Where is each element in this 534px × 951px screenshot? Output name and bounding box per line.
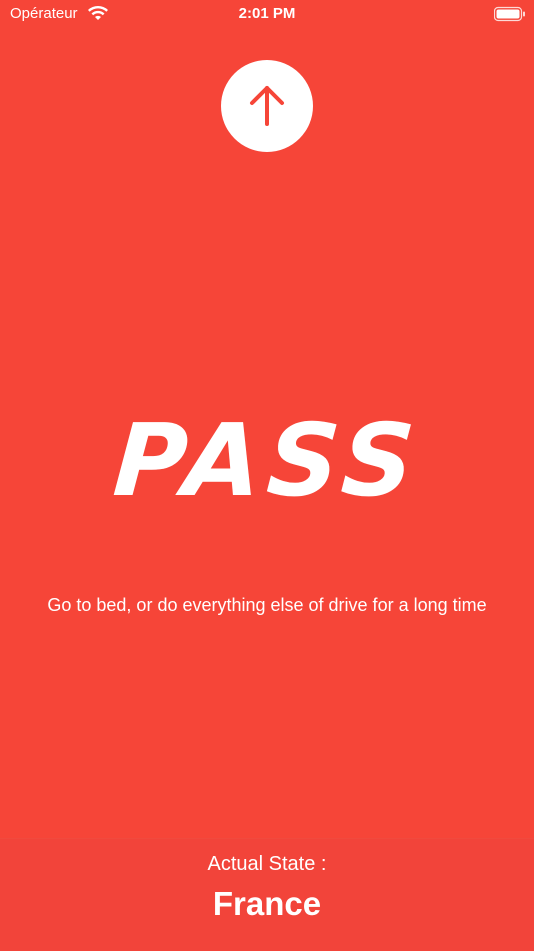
state-description: Go to bed, or do everything else of driv… <box>47 595 487 615</box>
up-arrow-button[interactable] <box>221 60 313 152</box>
actual-state-footer: Actual State : France <box>0 838 534 951</box>
actual-state-label: Actual State : <box>207 853 327 875</box>
status-bar: Opérateur 2:01 PM <box>0 0 534 30</box>
battery-icon <box>493 6 526 22</box>
arrow-up-icon <box>250 86 284 126</box>
state-title: PASS <box>109 402 425 519</box>
actual-state-country: France <box>212 885 322 922</box>
status-time: 2:01 PM <box>238 5 296 22</box>
